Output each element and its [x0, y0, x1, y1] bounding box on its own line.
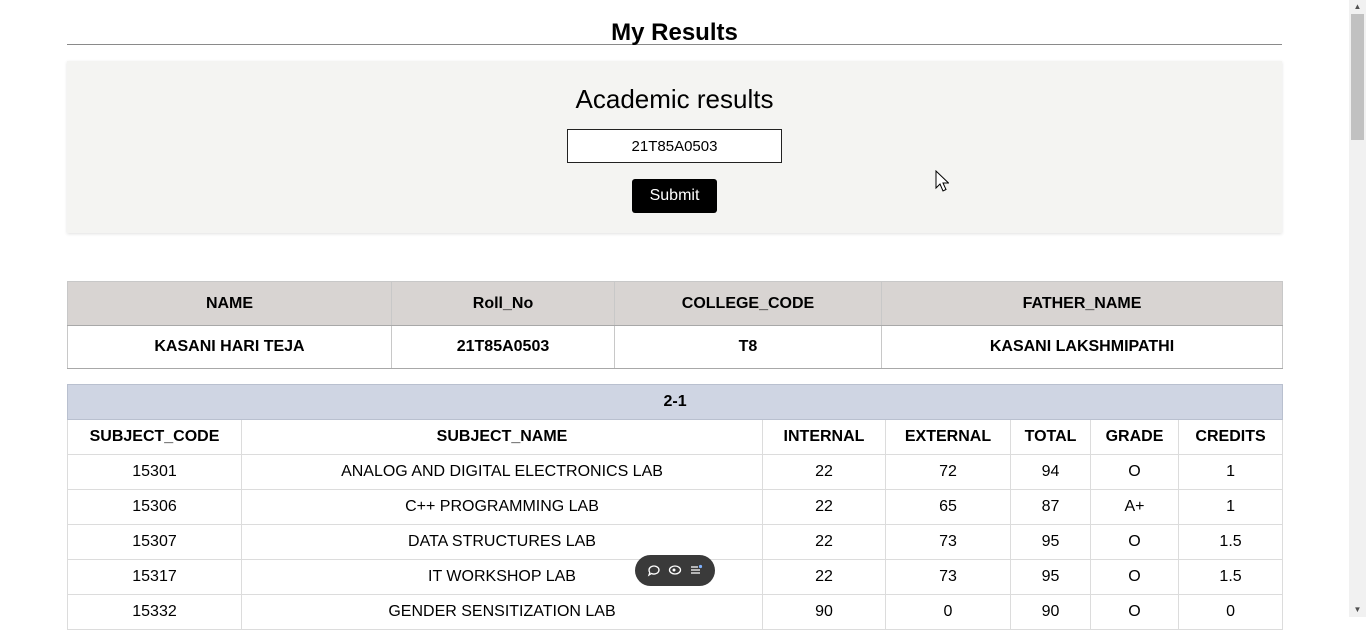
- total-marks: 90: [1010, 594, 1091, 630]
- subject-code: 15317: [67, 559, 242, 595]
- internal-marks: 90: [762, 594, 886, 630]
- external-marks: 72: [885, 454, 1011, 490]
- submit-button[interactable]: Submit: [632, 179, 717, 213]
- scroll-down-arrow-icon[interactable]: ▼: [1349, 603, 1366, 617]
- total-marks: 95: [1010, 559, 1091, 595]
- roll-number-input[interactable]: [567, 129, 782, 163]
- semester-results-table: 2-1 SUBJECT_CODE SUBJECT_NAME INTERNAL E…: [66, 384, 1284, 630]
- col-college-header: COLLEGE_CODE: [614, 281, 882, 326]
- student-row: KASANI HARI TEJA 21T85A0503 T8 KASANI LA…: [67, 325, 1283, 369]
- external-marks: 73: [885, 559, 1011, 595]
- subject-code: 15301: [67, 454, 242, 490]
- internal-marks: 22: [762, 524, 886, 560]
- results-header-row: SUBJECT_CODE SUBJECT_NAME INTERNAL EXTER…: [67, 419, 1284, 455]
- student-roll: 21T85A0503: [391, 325, 615, 369]
- floating-toolbar: [635, 555, 715, 586]
- semester-label: 2-1: [66, 384, 1284, 420]
- subject-code: 15306: [67, 489, 242, 525]
- grade: O: [1090, 559, 1179, 595]
- grade: O: [1090, 594, 1179, 630]
- col-name-header: NAME: [67, 281, 392, 326]
- internal-marks: 22: [762, 559, 886, 595]
- credits: 1: [1177, 489, 1284, 525]
- semester-header-row: 2-1: [66, 384, 1284, 420]
- results-page: My Results Academic results Submit NAME …: [66, 0, 1284, 630]
- col-father-header: FATHER_NAME: [881, 281, 1283, 326]
- total-marks: 94: [1010, 454, 1091, 490]
- subject-name: ANALOG AND DIGITAL ELECTRONICS LAB: [241, 454, 763, 490]
- table-row: 15332 GENDER SENSITIZATION LAB 90 0 90 O…: [67, 594, 1284, 630]
- table-row: 15301 ANALOG AND DIGITAL ELECTRONICS LAB…: [67, 454, 1284, 490]
- student-father: KASANI LAKSHMIPATHI: [881, 325, 1283, 369]
- col-subject-name: SUBJECT_NAME: [241, 419, 763, 455]
- col-external: EXTERNAL: [885, 419, 1011, 455]
- credits: 1.5: [1177, 559, 1284, 595]
- grade: O: [1090, 454, 1179, 490]
- grade: O: [1090, 524, 1179, 560]
- eye-icon[interactable]: [668, 563, 682, 579]
- credits: 1.5: [1177, 524, 1284, 560]
- subject-code: 15307: [67, 524, 242, 560]
- external-marks: 0: [885, 594, 1011, 630]
- credits: 1: [1177, 454, 1284, 490]
- chat-icon[interactable]: [647, 563, 661, 579]
- search-card: Academic results Submit: [67, 61, 1282, 233]
- internal-marks: 22: [762, 454, 886, 490]
- student-college: T8: [614, 325, 882, 369]
- col-internal: INTERNAL: [762, 419, 886, 455]
- col-total: TOTAL: [1010, 419, 1091, 455]
- external-marks: 65: [885, 489, 1011, 525]
- scroll-up-arrow-icon[interactable]: ▲: [1349, 0, 1366, 14]
- subject-code: 15332: [67, 594, 242, 630]
- col-grade: GRADE: [1090, 419, 1179, 455]
- col-roll-header: Roll_No: [391, 281, 615, 326]
- grade: A+: [1090, 489, 1179, 525]
- internal-marks: 22: [762, 489, 886, 525]
- external-marks: 73: [885, 524, 1011, 560]
- subject-name: C++ PROGRAMMING LAB: [241, 489, 763, 525]
- vertical-scrollbar[interactable]: ▲ ▼: [1349, 0, 1366, 617]
- credits: 0: [1177, 594, 1284, 630]
- col-subject-code: SUBJECT_CODE: [67, 419, 242, 455]
- mouse-cursor-icon: [935, 169, 950, 197]
- list-icon[interactable]: [689, 563, 703, 579]
- total-marks: 87: [1010, 489, 1091, 525]
- student-name: KASANI HARI TEJA: [67, 325, 392, 369]
- total-marks: 95: [1010, 524, 1091, 560]
- col-credits: CREDITS: [1177, 419, 1284, 455]
- table-row: 15306 C++ PROGRAMMING LAB 22 65 87 A+ 1: [67, 489, 1284, 525]
- student-header-row: NAME Roll_No COLLEGE_CODE FATHER_NAME: [67, 281, 1283, 326]
- scroll-thumb[interactable]: [1351, 14, 1364, 140]
- card-title: Academic results: [575, 84, 774, 114]
- student-info-table: NAME Roll_No COLLEGE_CODE FATHER_NAME KA…: [67, 281, 1283, 369]
- subject-name: GENDER SENSITIZATION LAB: [241, 594, 763, 630]
- page-title: My Results: [67, 0, 1282, 46]
